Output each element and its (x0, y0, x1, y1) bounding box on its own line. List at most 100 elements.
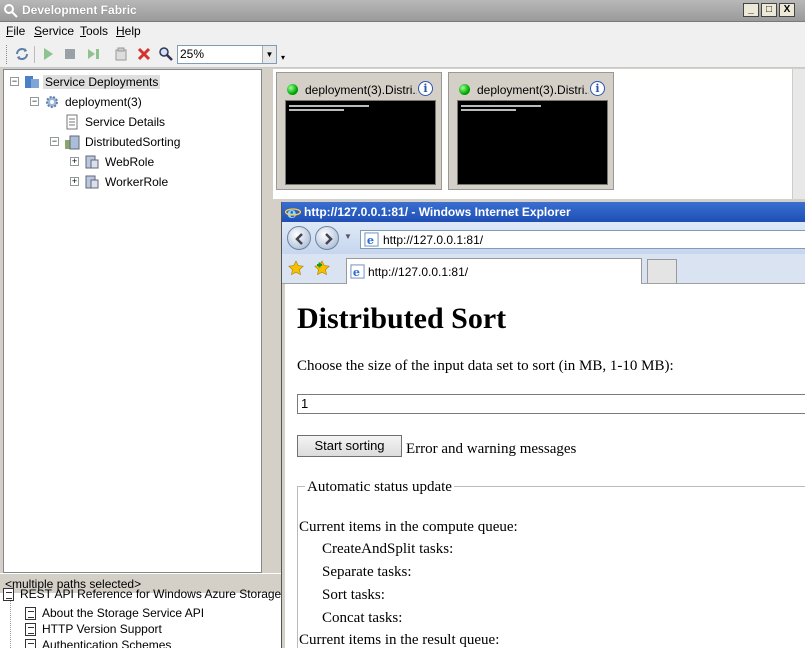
toolbar-separator (34, 46, 35, 63)
help-topic-label: HTTP Version Support (42, 622, 162, 636)
collapse-icon[interactable]: − (30, 97, 39, 106)
role-icon (85, 155, 99, 169)
browser-tab[interactable]: e http://127.0.0.1:81/ (346, 258, 642, 284)
tree-node-service-details[interactable]: Service Details (50, 113, 250, 131)
ie-logo-icon: e (285, 204, 301, 220)
help-topic-label: REST API Reference for Windows Azure Sto… (20, 587, 310, 601)
service-deployments-icon (25, 76, 39, 88)
tree-label: deployment(3) (65, 95, 142, 109)
tree-node-distributed-sorting[interactable]: − DistributedSorting (50, 133, 250, 151)
tree-node-service-deployments[interactable]: − Service Deployments (10, 73, 240, 91)
ie-navbar: ▼ e http://127.0.0.1:81/ (282, 222, 805, 254)
ie-tabbar: e http://127.0.0.1:81/ (282, 254, 805, 284)
tab-label: http://127.0.0.1:81/ (368, 265, 469, 279)
menu-help[interactable]: Help (116, 24, 141, 38)
createandsplit-tasks-label: CreateAndSplit tasks: (322, 541, 454, 557)
concat-tasks-label: Concat tasks: (322, 610, 403, 626)
tree-label: DistributedSorting (85, 135, 181, 149)
ie-titlebar: e http://127.0.0.1:81/ - Windows Interne… (282, 202, 805, 222)
collapse-icon[interactable]: − (50, 137, 59, 146)
status-ok-icon (459, 84, 470, 95)
error-messages-text: Error and warning messages (406, 441, 577, 457)
tree-node-deployment[interactable]: − deployment(3) (30, 93, 230, 111)
menu-tools-label: ools (86, 24, 109, 38)
expand-icon[interactable]: + (70, 157, 79, 166)
menu-file[interactable]: File (6, 24, 25, 38)
page-icon: e (350, 264, 365, 279)
delete-doc-icon[interactable] (113, 46, 129, 62)
help-topic-label: Authentication Schemes (42, 638, 172, 648)
history-dropdown-icon[interactable]: ▼ (344, 232, 352, 241)
ie-window-title: http://127.0.0.1:81/ - Windows Internet … (304, 205, 571, 219)
run-icon[interactable] (40, 46, 56, 62)
address-text: http://127.0.0.1:81/ (383, 233, 484, 247)
thumbnail-label: deployment(3).Distri... (305, 83, 417, 97)
stop-icon[interactable] (62, 46, 78, 62)
menu-tools[interactable]: Tools (80, 24, 108, 38)
tree-node-workerrole[interactable]: + WorkerRole (70, 173, 250, 191)
collapse-icon[interactable]: − (10, 77, 19, 86)
console-line (461, 105, 541, 107)
instance-thumbnail[interactable]: deployment(3).Distri... i (448, 72, 614, 190)
close-button[interactable]: X (779, 3, 795, 17)
window-title: Development Fabric (22, 3, 137, 17)
sort-tasks-label: Sort tasks: (322, 587, 385, 603)
favorites-star-icon[interactable] (288, 260, 304, 276)
tree-node-webrole[interactable]: + WebRole (70, 153, 250, 171)
menu-service[interactable]: Service (34, 24, 74, 38)
menu-file-label: ile (13, 24, 26, 38)
expand-icon[interactable]: + (70, 177, 79, 186)
start-sorting-button[interactable]: Start sorting (297, 435, 402, 457)
back-button[interactable] (287, 226, 311, 250)
info-icon[interactable]: i (418, 81, 433, 96)
toolbar-overflow-icon[interactable]: ▾ (281, 53, 285, 62)
tree-guide-line (10, 593, 11, 648)
ie-window: e http://127.0.0.1:81/ - Windows Interne… (281, 202, 805, 648)
forward-button[interactable] (315, 226, 339, 250)
console-line (289, 109, 344, 111)
toolbar: 25% ▼ ▾ (0, 41, 805, 68)
refresh-icon[interactable] (14, 46, 30, 62)
console-line (461, 109, 516, 111)
back-arrow-icon (295, 233, 303, 245)
pane-splitter[interactable] (262, 69, 273, 573)
forward-arrow-icon (325, 233, 333, 245)
thumbnail-label: deployment(3).Distri... (477, 83, 589, 97)
menu-service-accel: S (34, 24, 43, 38)
add-favorite-icon[interactable] (314, 260, 330, 276)
menubar: File Service Tools Help (0, 22, 805, 41)
menu-service-label: ervice (42, 24, 75, 38)
toolbar-grip (6, 45, 8, 64)
document-icon (66, 114, 78, 130)
size-input-value: 1 (301, 396, 309, 411)
status-ok-icon (287, 84, 298, 95)
tree-label: Service Deployments (43, 75, 161, 89)
new-tab-button[interactable] (647, 259, 677, 283)
console-preview (285, 100, 436, 185)
step-icon[interactable] (86, 46, 102, 62)
chevron-down-icon: ▼ (262, 46, 276, 63)
compute-queue-label: Current items in the compute queue: (299, 519, 518, 535)
vertical-scrollbar[interactable] (792, 69, 805, 199)
magnifier-app-icon (4, 4, 18, 18)
page-icon: e (364, 232, 379, 247)
size-input[interactable]: 1 (297, 394, 805, 414)
console-preview (457, 100, 608, 185)
zoom-value: 25% (180, 47, 205, 61)
document-icon (25, 607, 36, 620)
minimize-button[interactable]: _ (743, 3, 759, 17)
zoom-select[interactable]: 25% ▼ (177, 45, 277, 64)
instance-thumbnail[interactable]: deployment(3).Distri... i (276, 72, 442, 190)
info-icon[interactable]: i (590, 81, 605, 96)
result-queue-label: Current items in the result queue: (299, 632, 500, 648)
tree-label: WorkerRole (105, 175, 169, 189)
address-bar[interactable]: e http://127.0.0.1:81/ (360, 230, 805, 249)
status-legend: Automatic status update (305, 479, 454, 496)
page-title: Distributed Sort (297, 302, 507, 335)
remove-icon[interactable] (136, 46, 152, 62)
maximize-button[interactable]: □ (761, 3, 777, 17)
devfabric-titlebar: Development Fabric _ □ X (0, 0, 805, 22)
svg-text:e: e (367, 233, 374, 247)
service-tree[interactable]: − Service Deployments − deployment(3) Se… (3, 69, 262, 573)
role-icon (85, 175, 99, 189)
